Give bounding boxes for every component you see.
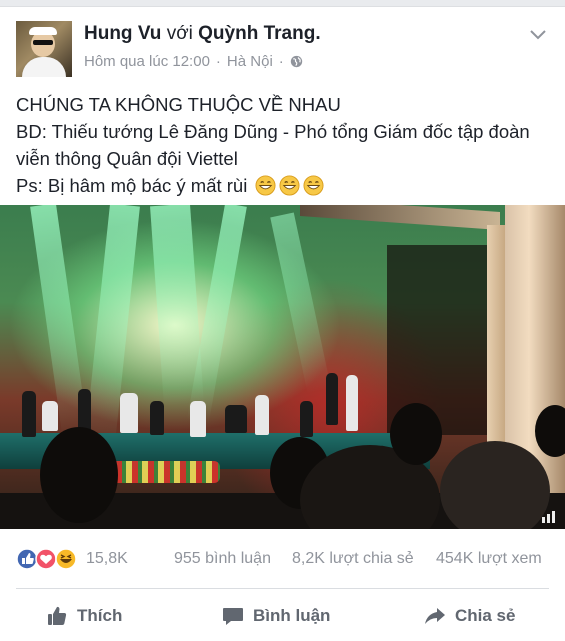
haha-icon	[55, 548, 77, 570]
meta-separator-2: ·	[278, 53, 284, 70]
chevron-down-icon[interactable]	[529, 29, 547, 41]
like-icon	[16, 548, 38, 570]
divider	[16, 588, 549, 589]
engagement-stats: 15,8K 955 bình luận 8,2K lượt chia sẻ 45…	[16, 547, 552, 571]
avatar[interactable]	[16, 21, 72, 77]
grinning-emoji-icon	[279, 175, 300, 196]
share-button[interactable]: Chia sẻ	[424, 591, 515, 641]
post-header: Hung Vu với Quỳnh Trang. Hôm qua lúc 12:…	[16, 21, 553, 81]
video-quality-icon[interactable]	[541, 511, 557, 523]
thumbs-up-icon	[48, 606, 67, 625]
action-bar: Thích Bình luận Chia sẻ	[0, 591, 565, 641]
share-label: Chia sẻ	[455, 606, 516, 625]
post-meta: Hôm qua lúc 12:00 · Hà Nội ·	[84, 53, 303, 70]
grinning-emoji-icon	[303, 175, 324, 196]
share-count[interactable]: 8,2K lượt chia sẻ	[292, 550, 414, 568]
post-card: Hung Vu với Quỳnh Trang. Hôm qua lúc 12:…	[0, 6, 565, 641]
author-name[interactable]: Hung Vu	[84, 23, 161, 44]
comment-label: Bình luận	[253, 606, 331, 625]
like-label: Thích	[77, 606, 123, 625]
grinning-emoji-icon	[255, 175, 276, 196]
with-word: với	[166, 23, 193, 44]
post-line-3: Ps: Bị hâm mộ bác ý mất rùi	[16, 172, 556, 199]
tagged-name[interactable]: Quỳnh Trang.	[198, 23, 320, 44]
reaction-icons[interactable]	[16, 548, 80, 570]
post-line-1: CHÚNG TA KHÔNG THUỘC VỀ NHAU	[16, 94, 341, 115]
post-time[interactable]: Hôm qua lúc 12:00	[84, 53, 210, 70]
post-line-2: BD: Thiếu tướng Lê Đăng Dũng - Phó tổng …	[16, 121, 530, 169]
video-player[interactable]	[0, 205, 565, 529]
view-count: 454K lượt xem	[436, 550, 542, 567]
post-location[interactable]: Hà Nội	[227, 53, 273, 70]
globe-icon	[290, 55, 302, 68]
meta-separator: ·	[215, 53, 221, 70]
love-icon	[35, 548, 57, 570]
post-text: CHÚNG TA KHÔNG THUỘC VỀ NHAU BD: Thiếu t…	[16, 91, 556, 199]
author-line: Hung Vu với Quỳnh Trang.	[84, 23, 321, 45]
reaction-count[interactable]: 15,8K	[86, 550, 128, 568]
comment-button[interactable]: Bình luận	[222, 591, 330, 641]
comment-count[interactable]: 955 bình luận	[174, 550, 271, 568]
comment-icon	[223, 608, 243, 625]
share-arrow-icon	[425, 608, 445, 624]
like-button[interactable]: Thích	[46, 591, 122, 641]
